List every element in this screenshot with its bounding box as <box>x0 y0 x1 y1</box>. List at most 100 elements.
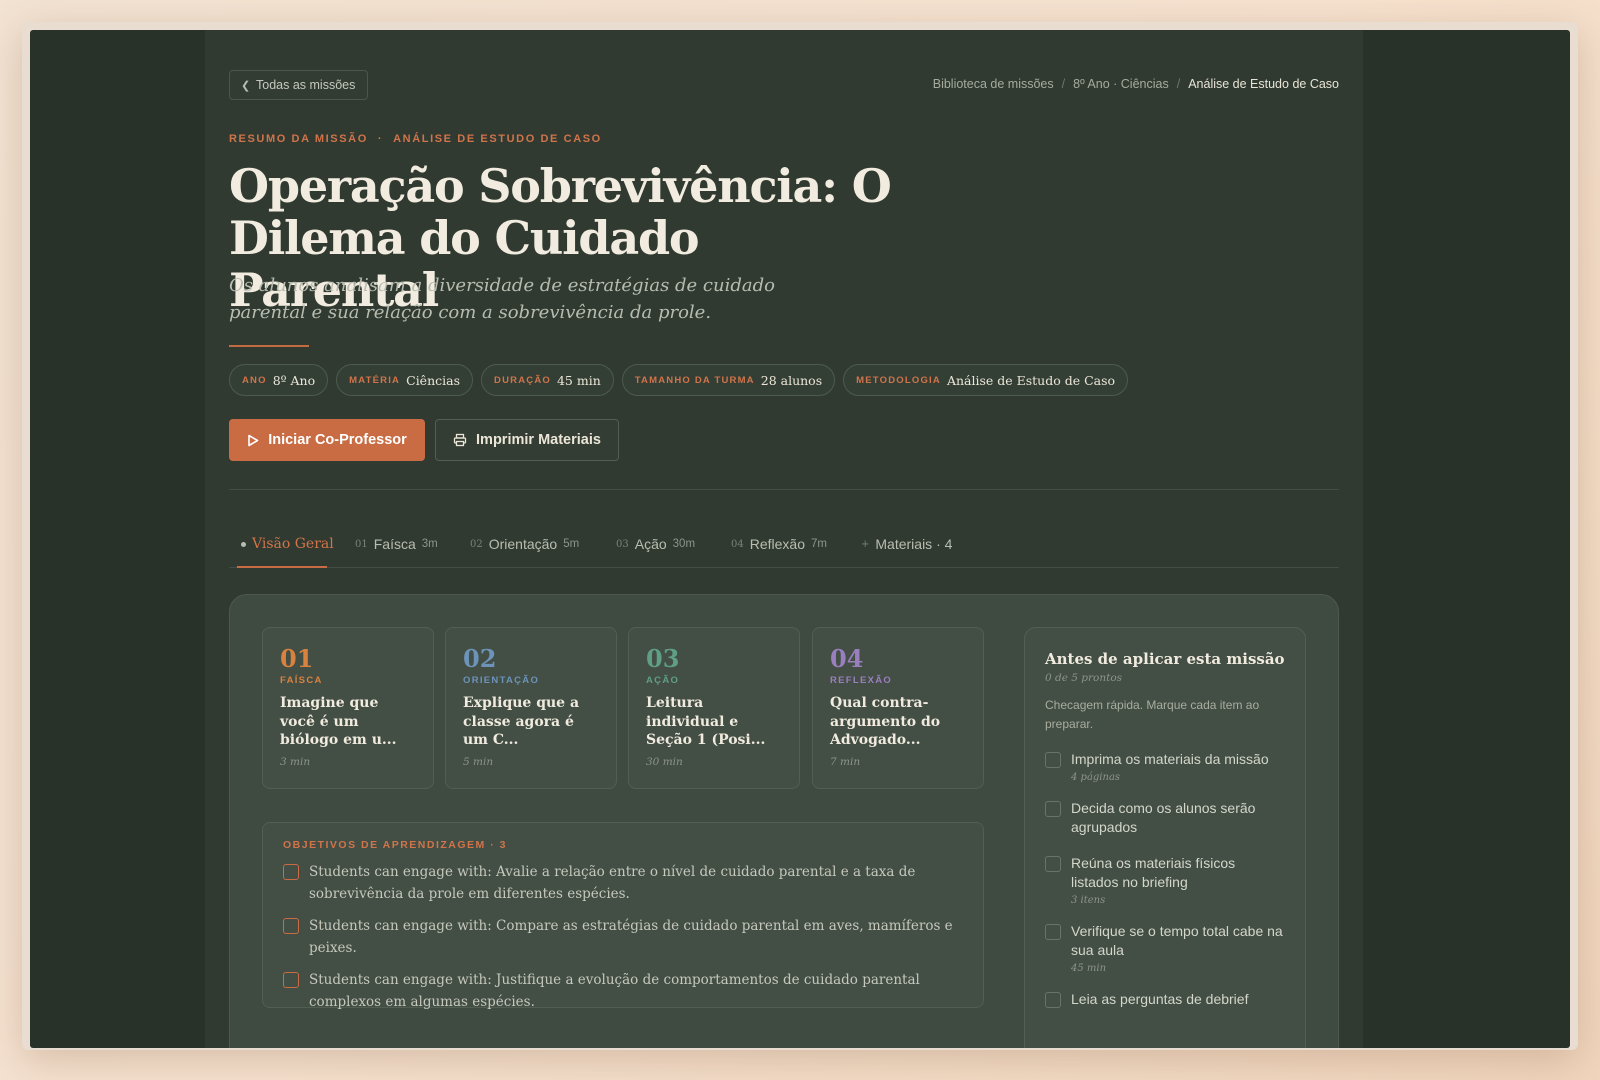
step-text: Explique que a classe agora é um C... <box>463 695 580 748</box>
app-window: ❮ Todas as missões Biblioteca de missões… <box>30 30 1570 1048</box>
start-co-teacher-label: Iniciar Co-Professor <box>268 432 407 448</box>
meta-pill-duration: DURAÇÃO 45 min <box>481 364 614 396</box>
checklist-item[interactable]: Leia as perguntas de debrief <box>1045 990 1285 1010</box>
checklist-checkbox[interactable] <box>1045 923 1061 940</box>
tab-materials[interactable]: + Materiais · 4 <box>861 520 952 568</box>
play-icon <box>248 434 259 446</box>
checklist-item[interactable]: Imprima os materiais da missão 4 páginas <box>1045 750 1285 783</box>
eyebrow: RESUMO DA MISSÃO · ANÁLISE DE ESTUDO DE … <box>229 133 602 145</box>
objective-checkbox[interactable] <box>283 918 299 934</box>
active-dot-icon <box>241 541 246 547</box>
checklist-progress: 0 de 5 prontos <box>1045 672 1123 684</box>
tab-action[interactable]: 03 Ação 30m <box>616 520 695 568</box>
checklist-item-text: Verifique se o tempo total cabe na sua a… <box>1071 922 1283 959</box>
objective-text: Students can engage with: Avalie a relaç… <box>309 864 916 902</box>
checklist-item[interactable]: Verifique se o tempo total cabe na sua a… <box>1045 922 1285 974</box>
meta-value: Ciências <box>406 372 461 388</box>
objective-item: Students can engage with: Avalie a relaç… <box>283 861 963 905</box>
checklist-checkbox[interactable] <box>1045 991 1061 1008</box>
objective-item: Students can engage with: Compare as est… <box>283 915 963 959</box>
checklist-checkbox[interactable] <box>1045 855 1061 872</box>
meta-value: 45 min <box>556 372 601 388</box>
checklist-description: Checagem rápida. Marque cada item ao pre… <box>1045 698 1260 731</box>
step-card-action[interactable]: 03 AÇÃO Leitura individual e Seção 1 (Po… <box>628 627 800 789</box>
start-co-teacher-button[interactable]: Iniciar Co-Professor <box>229 419 425 461</box>
objective-checkbox[interactable] <box>283 972 299 988</box>
tab-orientation[interactable]: 02 Orientação 5m <box>470 520 579 568</box>
tab-number: 02 <box>470 538 483 550</box>
step-number: 03 <box>646 644 680 673</box>
tab-number: 01 <box>355 538 368 550</box>
meta-key: ANO <box>242 374 267 386</box>
meta-value: 28 alunos <box>760 372 823 388</box>
checklist-item-text: Leia as perguntas de debrief <box>1071 990 1249 1007</box>
breadcrumb-item-library[interactable]: Biblioteca de missões <box>933 77 1054 91</box>
checklist-item-text: Imprima os materiais da missão <box>1071 751 1269 767</box>
meta-key: METODOLOGIA <box>856 374 941 386</box>
tab-spark[interactable]: 01 Faísca 3m <box>355 520 438 568</box>
step-label: REFLEXÃO <box>830 675 893 686</box>
meta-key: DURAÇÃO <box>494 374 551 386</box>
step-number: 02 <box>463 644 497 673</box>
checklist-item-meta: 3 itens <box>1071 894 1106 906</box>
tab-number: 03 <box>616 538 629 550</box>
meta-pill-subject: MATÉRIA Ciências <box>336 364 474 396</box>
tab-bar: Visão Geral 01 Faísca 3m 02 Orientação 5… <box>229 520 1339 568</box>
objective-item: Students can engage with: Justifique a e… <box>283 969 963 1013</box>
tab-duration: 5m <box>563 538 580 550</box>
prep-checklist: Antes de aplicar esta missão 0 de 5 pron… <box>1024 627 1306 1048</box>
meta-pills: ANO 8º Ano MATÉRIA Ciências DURAÇÃO 45 m… <box>229 364 1129 396</box>
tab-duration: 3m <box>421 538 438 550</box>
checklist-item-text: Decida como os alunos serão agrupados <box>1071 799 1256 836</box>
tab-label: Materiais · 4 <box>875 536 953 552</box>
tab-duration: 30m <box>672 538 696 550</box>
tab-label: Ação <box>634 536 667 552</box>
checklist-checkbox[interactable] <box>1045 800 1061 817</box>
tab-number: 04 <box>731 538 744 550</box>
tab-overview[interactable]: Visão Geral <box>241 520 334 568</box>
tab-reflection[interactable]: 04 Reflexão 7m <box>731 520 827 568</box>
tab-label: Faísca <box>373 536 416 552</box>
step-label: AÇÃO <box>646 675 680 686</box>
objective-checkbox[interactable] <box>283 864 299 880</box>
breadcrumb: Biblioteca de missões / 8º Ano · Ciência… <box>933 77 1339 91</box>
step-time: 30 min <box>646 755 683 768</box>
checklist-item-meta: 45 min <box>1071 962 1107 974</box>
learning-objectives: OBJETIVOS DE APRENDIZAGEM · 3 Students c… <box>262 822 984 1010</box>
back-button[interactable]: ❮ Todas as missões <box>229 70 369 100</box>
back-button-label: Todas as missões <box>256 78 356 92</box>
meta-key: MATÉRIA <box>349 374 401 386</box>
breadcrumb-item-current: Análise de Estudo de Caso <box>1188 77 1339 91</box>
page-subtitle: Os alunos analisam a diversidade de estr… <box>229 275 775 323</box>
objective-text: Students can engage with: Justifique a e… <box>309 972 920 1010</box>
step-time: 7 min <box>830 755 861 768</box>
checklist-checkbox[interactable] <box>1045 752 1061 768</box>
checklist-item[interactable]: Decida como os alunos serão agrupados <box>1045 799 1285 838</box>
checklist-item[interactable]: Reúna os materiais físicos listados no b… <box>1045 854 1285 906</box>
chevron-left-icon: ❮ <box>241 80 251 92</box>
step-label: ORIENTAÇÃO <box>463 675 540 686</box>
step-card-spark[interactable]: 01 FAÍSCA Imagine que você é um biólogo … <box>262 627 434 789</box>
meta-pill-grade: ANO 8º Ano <box>229 364 329 396</box>
print-materials-button[interactable]: Imprimir Materiais <box>435 419 619 461</box>
meta-key: TAMANHO DA TURMA <box>634 374 755 386</box>
tab-label: Orientação <box>488 536 558 552</box>
step-card-reflection[interactable]: 04 REFLEXÃO Qual contra-argumento do Adv… <box>812 627 984 789</box>
overview-panel: 01 FAÍSCA Imagine que você é um biólogo … <box>229 594 1339 1048</box>
step-number: 04 <box>830 644 864 673</box>
tab-number: + <box>861 538 870 550</box>
eyebrow-separator: · <box>377 133 384 145</box>
step-label: FAÍSCA <box>280 675 323 686</box>
meta-pill-method: METODOLOGIA Análise de Estudo de Caso <box>843 364 1129 396</box>
tab-label: Visão Geral <box>252 536 334 552</box>
step-time: 3 min <box>280 755 311 768</box>
step-card-orientation[interactable]: 02 ORIENTAÇÃO Explique que a classe agor… <box>445 627 617 789</box>
section-divider <box>229 489 1339 490</box>
print-materials-label: Imprimir Materiais <box>476 432 601 448</box>
breadcrumb-item-grade[interactable]: 8º Ano · Ciências <box>1073 77 1169 91</box>
step-text: Leitura individual e Seção 1 (Posi... <box>646 695 766 748</box>
eyebrow-method: ANÁLISE DE ESTUDO DE CASO <box>393 133 602 145</box>
checklist-item-text: Reúna os materiais físicos listados no b… <box>1071 854 1236 891</box>
active-tab-indicator <box>237 566 327 568</box>
eyebrow-section: RESUMO DA MISSÃO <box>229 133 368 145</box>
